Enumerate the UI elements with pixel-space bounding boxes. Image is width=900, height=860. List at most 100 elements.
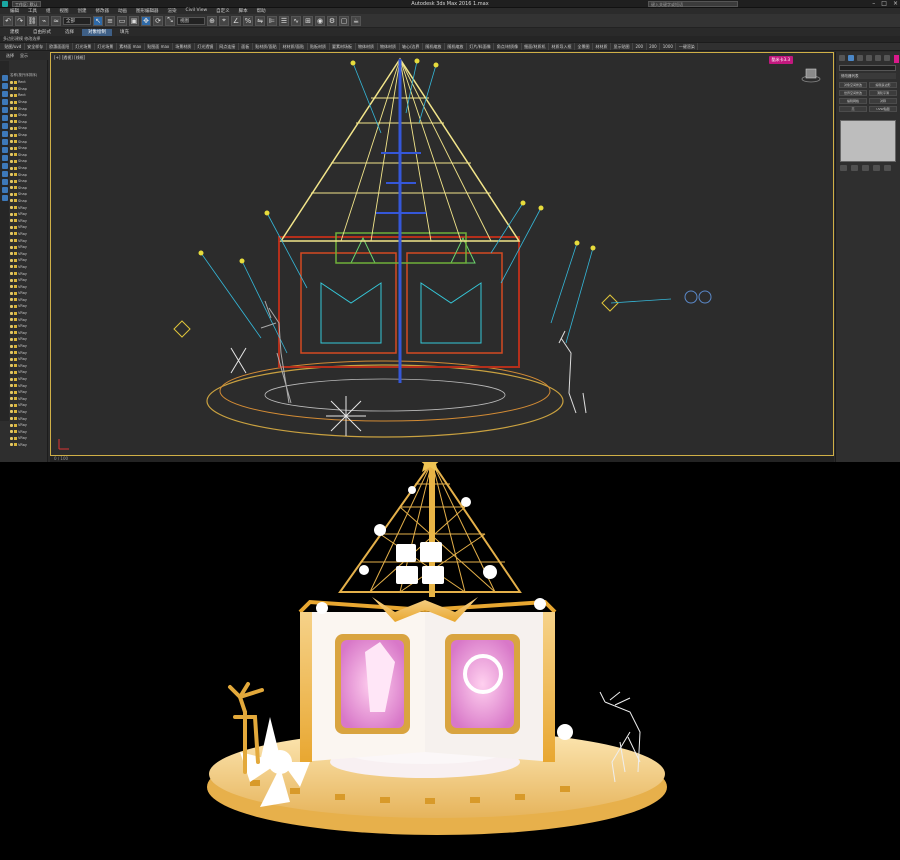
visibility-icon[interactable] (10, 245, 13, 249)
explorer-row[interactable]: Shap (10, 165, 46, 172)
select-by-name-icon[interactable]: ≡ (105, 15, 115, 26)
visibility-icon[interactable] (10, 337, 13, 341)
bind-spacewarp-icon[interactable]: ≈ (51, 15, 61, 26)
create-tab-icon[interactable] (839, 55, 845, 61)
plugin-button[interactable]: 材材质 (593, 43, 611, 50)
modify-tab-icon[interactable] (848, 55, 854, 61)
visibility-icon[interactable] (10, 219, 13, 223)
explorer-row[interactable]: VRay (10, 336, 46, 343)
explorer-row[interactable]: Shap (10, 191, 46, 198)
align-icon[interactable]: ⊫ (267, 15, 277, 26)
explorer-row[interactable]: VRay (10, 211, 46, 218)
explorer-row[interactable]: VRay (10, 250, 46, 257)
explorer-row[interactable]: Shap (10, 99, 46, 106)
explorer-filter-icon[interactable] (1, 107, 8, 113)
explorer-row[interactable]: VRay (10, 217, 46, 224)
select-object-icon[interactable]: ↖ (93, 15, 103, 26)
visibility-icon[interactable] (10, 232, 13, 236)
visibility-icon[interactable] (10, 93, 13, 97)
visibility-icon[interactable] (10, 192, 13, 196)
plugin-button[interactable]: 灯光场景 (95, 43, 117, 50)
explorer-row[interactable]: VRay (10, 356, 46, 363)
explorer-tab-select[interactable]: 选择 (6, 52, 14, 60)
make-unique-icon[interactable] (862, 165, 869, 171)
explorer-column-header[interactable]: 名称(按升序排序) (10, 73, 48, 78)
modifier-button[interactable]: 壳 (839, 106, 867, 112)
visibility-icon[interactable] (10, 443, 13, 447)
visibility-icon[interactable] (10, 430, 13, 434)
plugin-button[interactable]: 200 (647, 43, 661, 50)
explorer-filter-icon[interactable] (1, 115, 8, 121)
explorer-filter-icon[interactable] (1, 75, 8, 81)
material-editor-icon[interactable]: ◉ (315, 15, 325, 26)
explorer-row[interactable]: VRay (10, 310, 46, 317)
angle-snap-icon[interactable]: ∠ (231, 15, 241, 26)
explorer-row[interactable]: VRay (10, 396, 46, 403)
curve-editor-icon[interactable]: ∿ (291, 15, 301, 26)
visibility-icon[interactable] (10, 403, 13, 407)
explorer-filter-icon[interactable] (1, 99, 8, 105)
plugin-button[interactable]: 欧惠面面阳 (47, 43, 73, 50)
explorer-row[interactable]: VRay (10, 297, 46, 304)
plugin-button[interactable]: 一键渲染 (676, 43, 699, 50)
explorer-row[interactable]: Rect (10, 92, 46, 99)
ribbon-tab[interactable]: 填充 (114, 29, 135, 36)
plugin-button[interactable]: 全景图 (575, 43, 593, 50)
visibility-icon[interactable] (10, 113, 13, 117)
visibility-icon[interactable] (10, 258, 13, 262)
visibility-icon[interactable] (10, 126, 13, 130)
plugin-button[interactable]: 物体材质 (356, 43, 378, 50)
utilities-tab-icon[interactable] (884, 55, 890, 61)
explorer-row[interactable]: VRay (10, 257, 46, 264)
plugin-button[interactable]: 轴心/边界 (400, 43, 423, 50)
visibility-icon[interactable] (10, 364, 13, 368)
visibility-icon[interactable] (10, 357, 13, 361)
explorer-row[interactable]: Shap (10, 119, 46, 126)
plugin-button[interactable]: 要素材场板 (330, 43, 356, 50)
plugin-button[interactable]: 材质导入框 (549, 43, 575, 50)
explorer-row[interactable]: VRay (10, 376, 46, 383)
explorer-filter-icon[interactable] (1, 147, 8, 153)
snap-icon[interactable]: ⌖ (219, 15, 229, 26)
visibility-icon[interactable] (10, 179, 13, 183)
plugin-button[interactable]: 网点连接 (217, 43, 239, 50)
schematic-view-icon[interactable]: ⊞ (303, 15, 313, 26)
visibility-icon[interactable] (10, 272, 13, 276)
plugin-button[interactable]: 面板 (239, 43, 253, 50)
unlink-icon[interactable]: ⌁ (39, 15, 49, 26)
reference-coordinate-dropdown[interactable]: 视图 (177, 16, 205, 25)
explorer-filter-icon[interactable] (1, 171, 8, 177)
visibility-icon[interactable] (10, 311, 13, 315)
explorer-row[interactable]: Shap (10, 125, 46, 132)
explorer-tab-display[interactable]: 显示 (20, 52, 28, 60)
perspective-viewport[interactable]: [+] [透视] [线框] 酷米卡3.3 (50, 52, 834, 456)
explorer-row[interactable]: Shap (10, 158, 46, 165)
explorer-filter-icon[interactable] (1, 123, 8, 129)
explorer-row[interactable]: Shap (10, 132, 46, 139)
visibility-icon[interactable] (10, 344, 13, 348)
explorer-row[interactable]: VRay (10, 330, 46, 337)
visibility-icon[interactable] (10, 278, 13, 282)
plugin-badge[interactable]: 酷米卡3.3 (768, 56, 793, 64)
viewport-label[interactable]: [+] [透视] [线框] (54, 55, 85, 61)
explorer-row[interactable]: Shap (10, 112, 46, 119)
display-tab-icon[interactable] (875, 55, 881, 61)
visibility-icon[interactable] (10, 298, 13, 302)
explorer-row[interactable]: VRay (10, 409, 46, 416)
visibility-icon[interactable] (10, 304, 13, 308)
move-icon[interactable]: ✥ (141, 15, 151, 26)
visibility-icon[interactable] (10, 212, 13, 216)
modifier-button[interactable]: 世界空间修改 (839, 90, 867, 96)
layer-manager-icon[interactable]: ☰ (279, 15, 289, 26)
explorer-row[interactable]: Shap (10, 105, 46, 112)
visibility-icon[interactable] (10, 225, 13, 229)
render-setup-icon[interactable]: ⚙ (327, 15, 337, 26)
explorer-row[interactable]: VRay (10, 244, 46, 251)
selection-filter-dropdown[interactable]: 全部 (63, 16, 91, 25)
explorer-row[interactable]: VRay (10, 290, 46, 297)
modifier-button[interactable]: 编辑多边形 (869, 82, 897, 88)
explorer-row[interactable]: VRay (10, 323, 46, 330)
visibility-icon[interactable] (10, 252, 13, 256)
scale-icon[interactable]: ⤡ (165, 15, 175, 26)
visibility-icon[interactable] (10, 384, 13, 388)
